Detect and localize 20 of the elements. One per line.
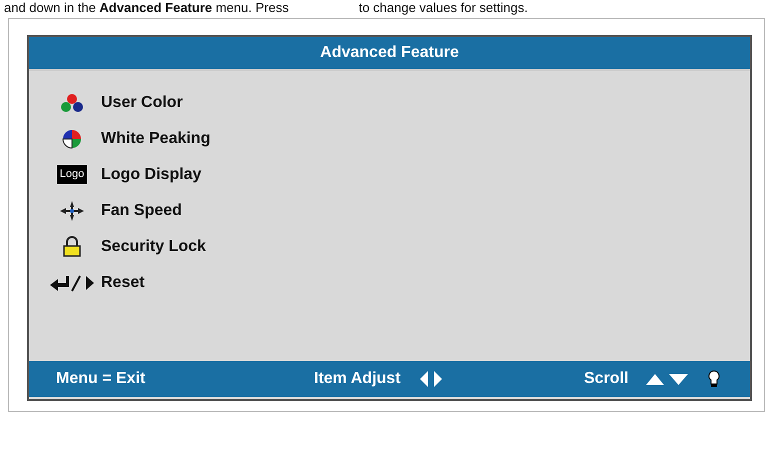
color-dots-icon — [59, 92, 85, 112]
manual-text: and down in the Advanced Feature menu. Press — [4, 0, 289, 17]
menu-item[interactable]: Fan Speed — [101, 202, 182, 220]
color-wheel-icon — [61, 128, 83, 150]
enter-right-icon — [48, 272, 96, 292]
menu-item[interactable]: Reset — [101, 274, 145, 292]
menu-item[interactable]: White Peaking — [101, 130, 210, 148]
fan-icon — [59, 200, 85, 222]
menu-item[interactable]: User Color — [101, 94, 183, 112]
up-down-arrows-icon — [644, 372, 690, 386]
menu-title: Advanced Feature — [29, 37, 750, 71]
scroll-hint: Scroll — [584, 370, 628, 388]
exit-hint: Menu = Exit — [56, 370, 146, 388]
logo-icon: Logo — [56, 165, 88, 184]
menu-item[interactable]: Security Lock — [101, 238, 206, 256]
menu-item[interactable]: Logo Display — [101, 166, 202, 184]
adjust-hint: Item Adjust — [314, 370, 401, 388]
manual-text: to change values for settings. — [358, 0, 528, 17]
padlock-icon — [62, 236, 82, 258]
light-bulb-icon — [706, 369, 722, 389]
